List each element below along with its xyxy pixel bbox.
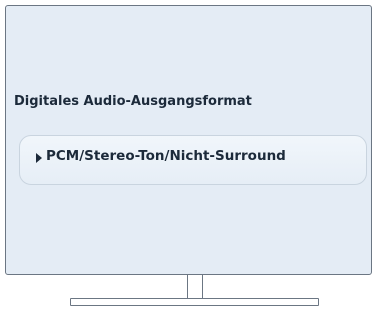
triangle-right-icon bbox=[36, 153, 42, 163]
tv-stand-base bbox=[70, 298, 319, 306]
tv-stand-neck bbox=[187, 275, 203, 299]
option-label: PCM/Stereo-Ton/Nicht-Surround bbox=[46, 148, 286, 164]
setting-label: Digitales Audio-Ausgangsformat bbox=[14, 94, 252, 109]
audio-format-option[interactable]: PCM/Stereo-Ton/Nicht-Surround bbox=[19, 135, 367, 185]
tv-screen: Digitales Audio-Ausgangsformat PCM/Stere… bbox=[5, 5, 372, 275]
